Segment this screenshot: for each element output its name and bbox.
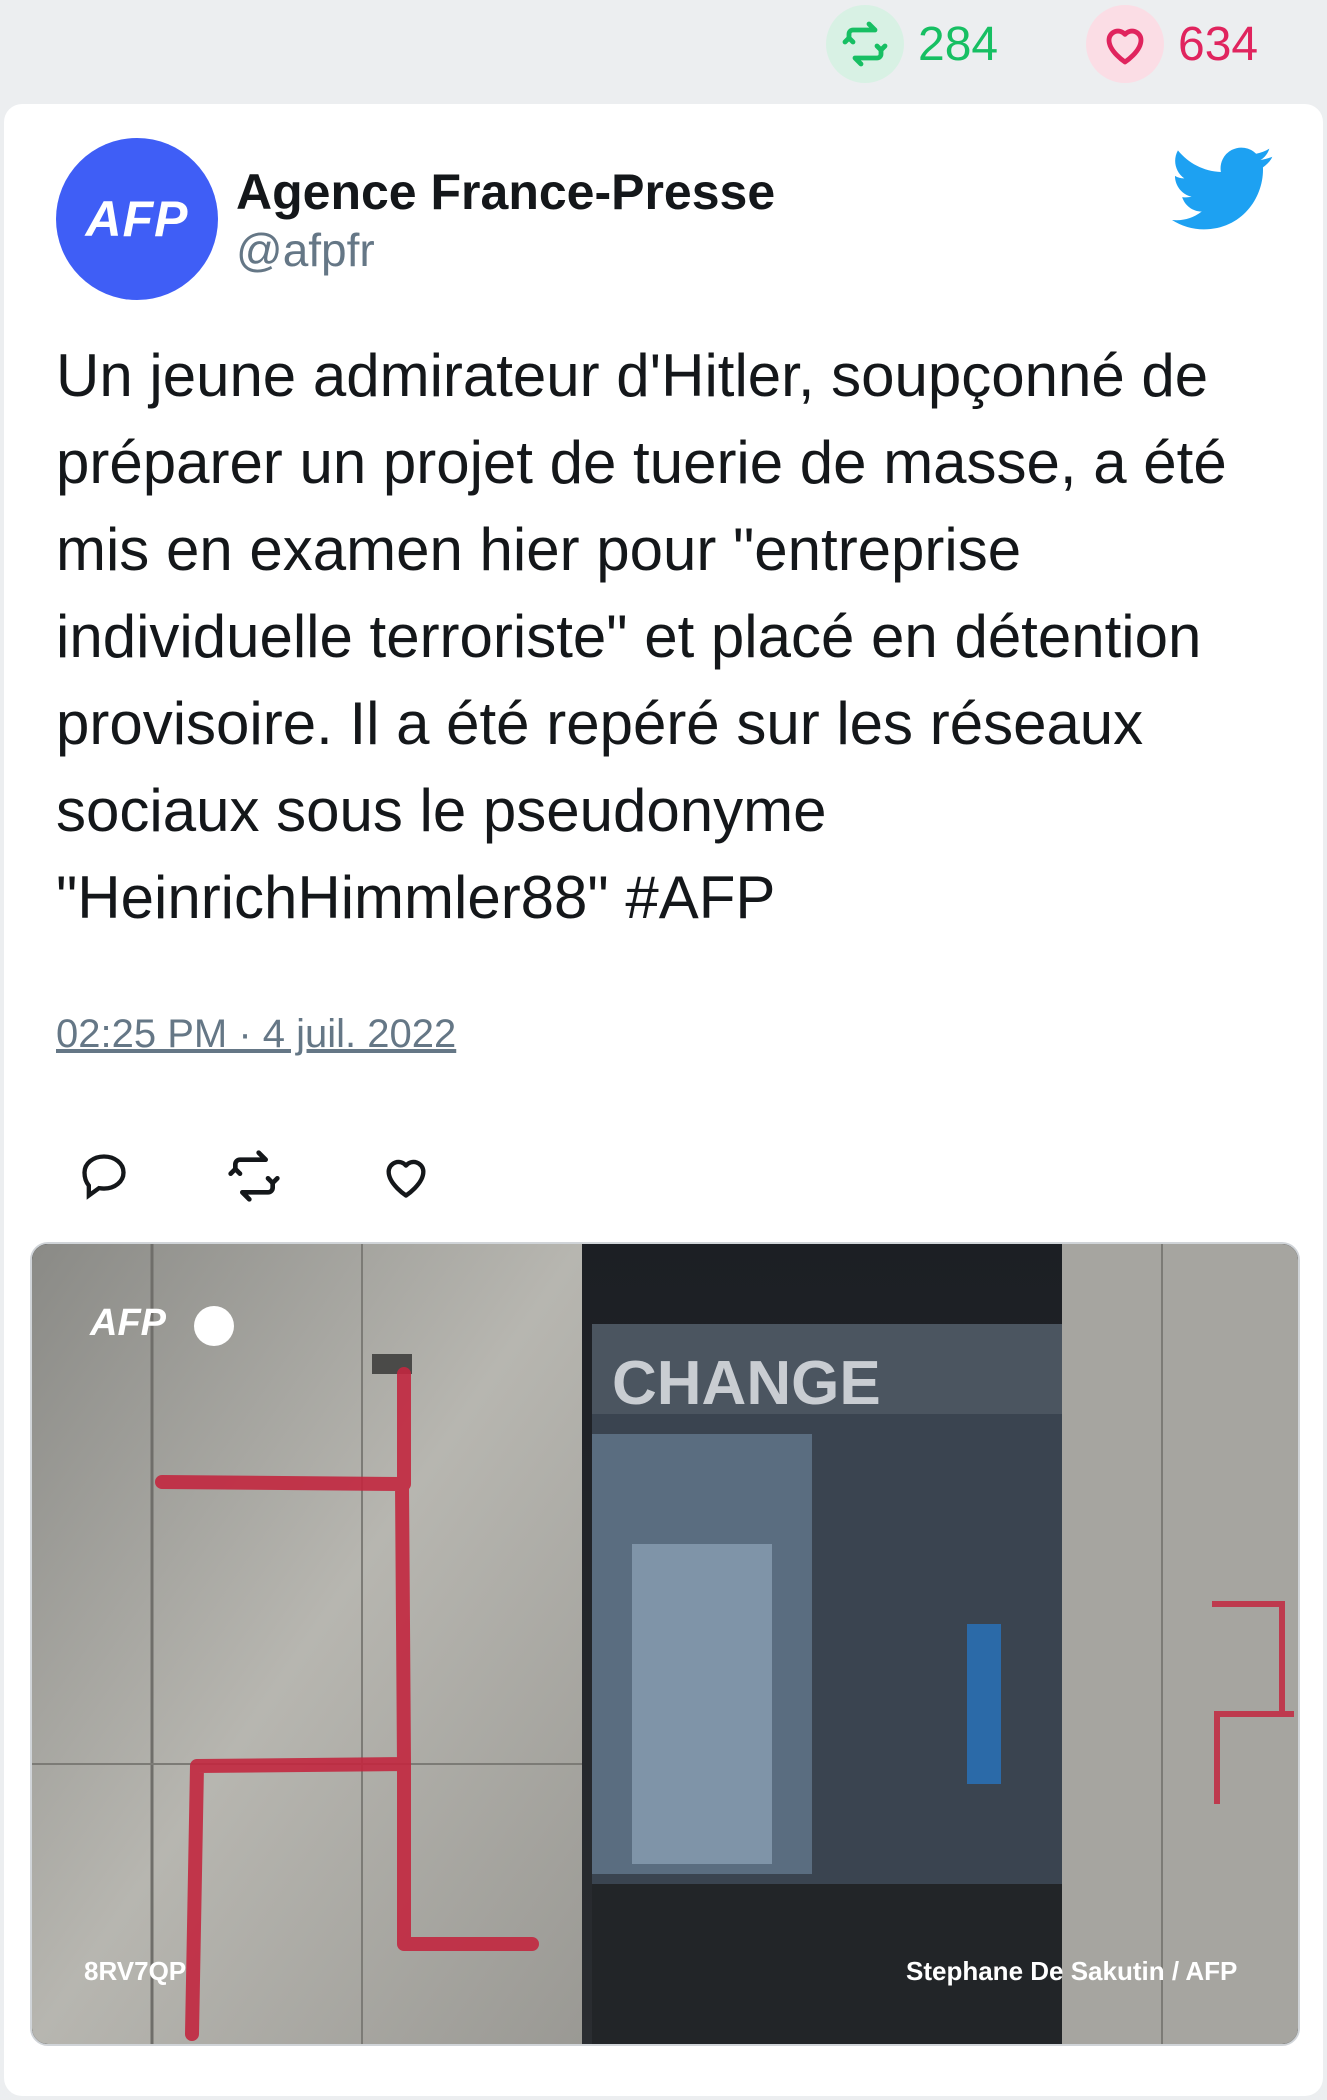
like-action-icon[interactable] [370,1140,442,1212]
reply-icon[interactable] [68,1140,140,1212]
photo-watermark: AFP [90,1302,166,1344]
tweet-timestamp[interactable]: 02:25 PM · 4 juil. 2022 [56,1012,456,1057]
heart-icon [1086,5,1164,83]
change-sign: CHANGE [612,1349,881,1418]
like-stat[interactable]: 634 [1086,5,1259,83]
tweet-text: Un jeune admirateur d'Hitler, soupçonné … [56,342,1227,931]
retweet-icon [826,5,904,83]
twitter-bird-icon[interactable] [1172,146,1274,232]
stats-bar: 284 634 [0,0,1327,100]
retweet-stat[interactable]: 284 [826,5,999,83]
author-block: Agence France-Presse @afpfr [236,164,775,278]
photo-id: 8RV7QP [84,1956,187,1986]
tweet-photo[interactable]: CHANGE AFP 8RV7QP Stephane De Sakutin / … [30,1242,1300,2046]
author-name[interactable]: Agence France-Presse [236,164,775,220]
photo-credit: Stephane De Sakutin / AFP [906,1956,1238,1986]
tweet-card: AFP Agence France-Presse @afpfr Un jeune… [4,104,1323,2096]
author-handle[interactable]: @afpfr [236,222,775,278]
photo-scene: CHANGE [32,1244,1298,2044]
like-count: 634 [1178,17,1259,71]
avatar-logo-text: AFP [85,191,189,247]
watermark-dot-icon [194,1306,234,1346]
avatar[interactable]: AFP [56,138,218,300]
retweet-count: 284 [918,17,999,71]
retweet-action-icon[interactable] [218,1140,290,1212]
